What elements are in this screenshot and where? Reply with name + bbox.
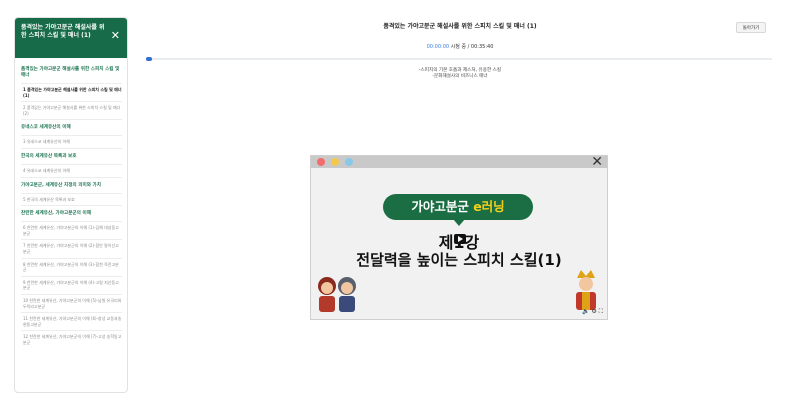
video-player[interactable]: ✕ 가야고분군 e러닝 제1강 전달력을 높이는 스피치 스킬(1) 🔈 ⚙ ⛶ bbox=[310, 155, 608, 320]
sidebar-header: 품격있는 가야고분군 해설사를 위한 스피치 스킬 및 매너 (1) ✕ bbox=[15, 18, 127, 58]
video-controls[interactable]: 🔈 ⚙ ⛶ bbox=[582, 308, 603, 316]
sidebar-section-title[interactable]: 가야고분군, 세계유산 지정의 의미와 가치 bbox=[21, 176, 122, 193]
window-dot-icon bbox=[317, 158, 325, 166]
sidebar-lesson-item[interactable]: 1 품격있는 가야고분군 해설사를 위한 스피치 스킬 및 매너 (1) bbox=[21, 83, 122, 101]
window-dot-icon bbox=[331, 158, 339, 166]
progress-handle[interactable] bbox=[146, 57, 152, 61]
course-sidebar: 품격있는 가야고분군 해설사를 위한 스피치 스킬 및 매너 (1) ✕ 품격있… bbox=[14, 17, 128, 393]
back-button[interactable]: 돌아가기 bbox=[736, 22, 766, 33]
sidebar-section-title[interactable]: 한국의 세계유산 목록과 보호 bbox=[21, 147, 122, 164]
playback-time: 00:00:00 시청 중 / 00:35:40 bbox=[360, 43, 560, 50]
sidebar-lesson-item[interactable]: 7 찬란한 세계유산, 가야고분군의 이해 (2)-함안 말이산고분군 bbox=[21, 239, 122, 257]
sidebar-lesson-item[interactable]: 11 찬란한 세계유산, 가야고분군의 이해 (6)-창녕 교동과송현동고분군 bbox=[21, 312, 122, 330]
close-icon[interactable]: ✕ bbox=[111, 30, 120, 41]
play-icon[interactable] bbox=[454, 234, 466, 244]
video-title-bar: ✕ bbox=[311, 155, 607, 170]
sidebar-lesson-item[interactable]: 4 유네스코 세계유산의 이해 bbox=[21, 163, 122, 177]
description-line: -문화해설사의 비즈니스 매너 bbox=[432, 74, 488, 79]
king-character-icon bbox=[576, 270, 596, 310]
banner-tail bbox=[453, 219, 465, 226]
sidebar-section-title[interactable]: 찬란한 세계유산, 가야고분군의 이해 bbox=[21, 205, 122, 221]
sidebar-section-title[interactable]: 유네스코 세계유산의 이해 bbox=[21, 119, 122, 135]
sidebar-list: 품격있는 가야고분군 해설사를 위한 스피치 스킬 및 매너 1 품격있는 가야고… bbox=[15, 58, 127, 348]
lecture-title: 전달력을 높이는 스피치 스킬(1) bbox=[356, 251, 562, 269]
sidebar-lesson-item[interactable]: 5 한국의 세계유산 목록과 보호 bbox=[21, 192, 122, 206]
lesson-description: -스피치의 기본 호흡과 제스처, 유용한 스킬 -문화해설사의 비즈니스 매너 bbox=[360, 68, 560, 80]
time-separator: 시청 중 / bbox=[450, 44, 470, 50]
progress-bar[interactable] bbox=[146, 57, 772, 61]
sidebar-lesson-item[interactable]: 6 찬란한 세계유산, 가야고분군의 이해 (1)-김해 대성동고분군 bbox=[21, 221, 122, 239]
total-time: 00:35:40 bbox=[470, 44, 494, 50]
page-title: 품격있는 가야고분군 해설사를 위한 스피치 스킬 및 매너 (1) bbox=[383, 23, 537, 30]
mascot-characters-icon bbox=[318, 277, 356, 312]
sidebar-lesson-item[interactable]: 3 유네스코 세계유산의 이해 bbox=[21, 135, 122, 148]
elearning-banner: 가야고분군 e러닝 bbox=[383, 194, 533, 220]
current-time: 00:00:00 bbox=[426, 44, 450, 50]
sidebar-lesson-item[interactable]: 12 찬란한 세계유산, 가야고분군의 이해 (7)-고성 송학동고분군 bbox=[21, 330, 122, 348]
banner-highlight: e러닝 bbox=[473, 199, 505, 214]
sidebar-lesson-item[interactable]: 8 찬란한 세계유산, 가야고분군의 이해 (3)-합천 옥전고분군 bbox=[21, 257, 122, 276]
window-dot-icon bbox=[345, 158, 353, 166]
sidebar-lesson-item[interactable]: 2 품격있는 가야고분군 해설사를 위한 스피치 스킬 및 매너 (2) bbox=[21, 101, 122, 119]
banner-text: 가야고분군 bbox=[411, 199, 474, 214]
video-close-icon: ✕ bbox=[591, 155, 603, 170]
sidebar-lesson-item[interactable]: 9 찬란한 세계유산, 가야고분군의 이해 (4)-고령 지산동고분군 bbox=[21, 275, 122, 294]
sidebar-lesson-item[interactable]: 10 찬란한 세계유산, 가야고분군의 이해 (5)-남원 유곡리와두락리고분군 bbox=[21, 293, 122, 312]
sidebar-section-title[interactable]: 품격있는 가야고분군 해설사를 위한 스피치 스킬 및 매너 bbox=[21, 62, 122, 83]
sidebar-title: 품격있는 가야고분군 해설사를 위한 스피치 스킬 및 매너 (1) bbox=[21, 24, 105, 39]
